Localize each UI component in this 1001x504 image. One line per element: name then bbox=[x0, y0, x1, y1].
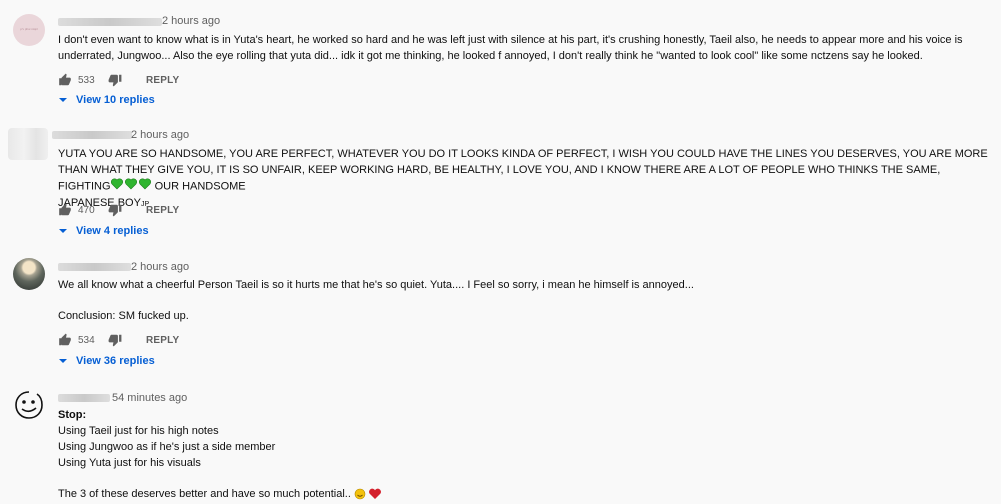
comment-line: Using Taeil just for his high notes bbox=[58, 425, 219, 437]
comment-heading: Stop: bbox=[58, 409, 87, 421]
comment-time[interactable]: 2 hours ago bbox=[162, 15, 220, 27]
view-replies-button[interactable]: View 4 replies bbox=[58, 225, 149, 237]
view-replies-label: View 36 replies bbox=[76, 355, 155, 367]
smiley-face-icon bbox=[15, 391, 43, 419]
thumbs-up-icon[interactable] bbox=[58, 333, 72, 347]
thumbs-down-icon[interactable] bbox=[108, 203, 122, 217]
view-replies-label: View 4 replies bbox=[76, 225, 149, 237]
author-name-blurred[interactable] bbox=[58, 18, 162, 26]
thumbs-down-icon[interactable] bbox=[108, 73, 122, 87]
view-replies-button[interactable]: View 10 replies bbox=[58, 94, 155, 106]
thumbs-down-icon[interactable] bbox=[108, 333, 122, 347]
author-name-blurred[interactable] bbox=[58, 263, 131, 271]
comment-actions: 534 REPLY bbox=[58, 332, 179, 348]
comment-actions: 533 REPLY bbox=[58, 72, 179, 88]
view-replies-label: View 10 replies bbox=[76, 94, 155, 106]
author-name-blurred[interactable] bbox=[52, 131, 132, 139]
avatar[interactable] bbox=[13, 389, 45, 421]
comment-actions: 470 REPLY bbox=[58, 202, 179, 218]
like-count: 534 bbox=[78, 334, 95, 346]
comment-closing-text: The 3 of these deserves better and have … bbox=[58, 488, 351, 500]
comment-time[interactable]: 2 hours ago bbox=[131, 261, 189, 273]
like-count: 470 bbox=[78, 204, 95, 216]
avatar[interactable]: p'v phw ntqnl bbox=[13, 14, 45, 46]
author-name-blurred[interactable] bbox=[58, 394, 110, 402]
view-replies-button[interactable]: View 36 replies bbox=[58, 355, 155, 367]
thumbs-up-icon[interactable] bbox=[58, 73, 72, 87]
avatar[interactable] bbox=[13, 258, 45, 290]
chevron-down-icon bbox=[59, 359, 67, 363]
comment-time[interactable]: 2 hours ago bbox=[131, 129, 189, 141]
chevron-down-icon bbox=[59, 229, 67, 233]
comment-text: We all know what a cheerful Person Taeil… bbox=[58, 279, 694, 291]
comment-text: YUTA YOU ARE SO HANDSOME, YOU ARE PERFEC… bbox=[58, 146, 993, 213]
thumbs-up-icon[interactable] bbox=[58, 203, 72, 217]
chevron-down-icon bbox=[59, 98, 67, 102]
comment-text: I don't even want to know what is in Yut… bbox=[58, 34, 963, 62]
reply-button[interactable]: REPLY bbox=[146, 205, 179, 216]
comment-closing: The 3 of these deserves better and have … bbox=[58, 486, 993, 502]
green-heart-icons bbox=[110, 178, 155, 195]
reply-button[interactable]: REPLY bbox=[146, 75, 179, 86]
comment-text-conclusion: Conclusion: SM fucked up. bbox=[58, 310, 189, 322]
avatar[interactable] bbox=[8, 128, 48, 160]
like-count: 533 bbox=[78, 74, 95, 86]
comment-text-tail: OUR HANDSOME bbox=[154, 180, 246, 193]
comment-time[interactable]: 54 minutes ago bbox=[112, 392, 187, 404]
comment-line: Using Jungwoo as if he's just a side mem… bbox=[58, 441, 276, 453]
emoji-icons bbox=[354, 488, 381, 500]
avatar-text: p'v phw ntqnl bbox=[20, 27, 38, 31]
comment-line: Using Yuta just for his visuals bbox=[58, 457, 201, 469]
reply-button[interactable]: REPLY bbox=[146, 335, 179, 346]
